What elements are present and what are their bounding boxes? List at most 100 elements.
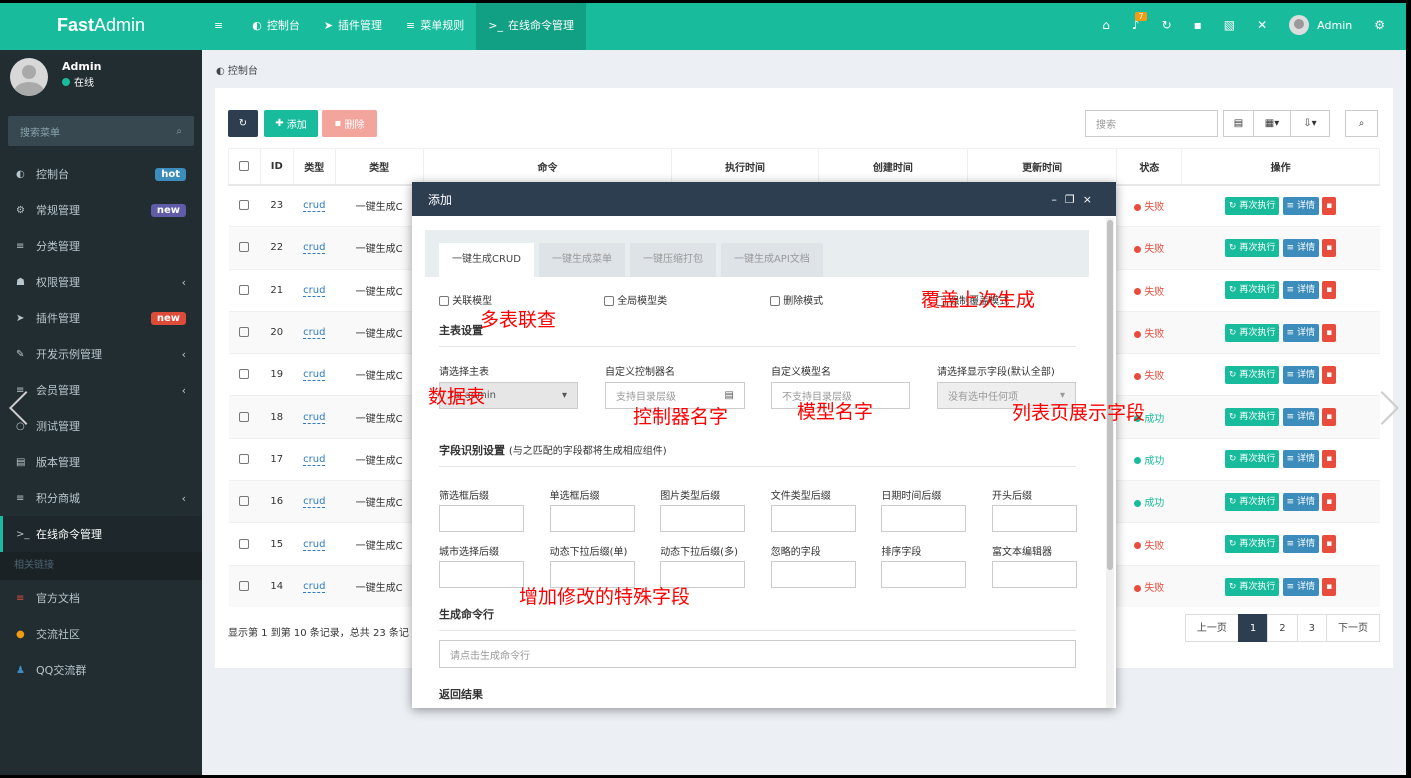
delete-row-button[interactable]: ▪ [1322,450,1337,469]
type-link[interactable]: crud [303,453,326,466]
type-link[interactable]: crud [303,538,326,551]
delete-row-button[interactable]: ▪ [1322,577,1337,596]
rerun-button[interactable]: ↻ 再次执行 [1224,323,1280,342]
delete-row-button[interactable]: ▪ [1322,323,1337,342]
sidebar-item-10[interactable]: >_ 在线命令管理 [0,516,202,552]
suffix-input[interactable] [881,561,967,588]
search-icon[interactable]: ⌕ [176,126,182,137]
check-global-model[interactable]: 全局模型类 [604,292,667,307]
user-menu[interactable]: Admin [1278,0,1363,50]
sidebar-item-9[interactable]: ≡ 积分商城 ‹ [0,480,202,516]
suffix-input[interactable] [992,505,1077,532]
fullscreen-icon[interactable]: ✕ [1246,0,1278,50]
advanced-search-icon[interactable]: ⌕ [1345,110,1378,137]
suffix-input[interactable] [439,561,524,588]
detail-button[interactable]: ≡ 详情 [1282,196,1319,215]
top-tab-3[interactable]: ≡ 菜单规则 [394,0,476,50]
rerun-button[interactable]: ↻ 再次执行 [1224,535,1280,554]
page-button[interactable]: 3 [1296,614,1327,642]
delete-button[interactable]: ▪ 删除 [322,110,377,137]
maximize-icon[interactable]: ❐ [1065,193,1083,206]
sidebar-item-0[interactable]: ◐ 控制台 hot [0,156,202,192]
detail-button[interactable]: ≡ 详情 [1282,450,1319,469]
suffix-input[interactable] [881,505,967,532]
sidebar-item-2[interactable]: ≡ 分类管理 [0,228,202,264]
rerun-button[interactable]: ↻ 再次执行 [1224,281,1280,300]
rerun-button[interactable]: ↻ 再次执行 [1224,408,1280,427]
bell-icon[interactable]: ♪ 7 [1121,0,1151,50]
detail-button[interactable]: ≡ 详情 [1282,365,1319,384]
delete-row-button[interactable]: ▪ [1322,196,1337,215]
home-icon[interactable]: ⌂ [1091,0,1121,50]
detail-button[interactable]: ≡ 详情 [1282,323,1319,342]
rerun-button[interactable]: ↻ 再次执行 [1224,196,1280,215]
top-tab-0[interactable]: ≡ [202,0,240,50]
select-all[interactable] [228,148,261,186]
rerun-button[interactable]: ↻ 再次执行 [1224,577,1280,596]
settings-gear-icon[interactable]: ⚙ [1363,0,1396,50]
sidebar-item-1[interactable]: ⚙ 常规管理 new [0,192,202,228]
row-checkbox[interactable] [239,411,250,422]
cmd-textarea[interactable]: 请点击生成命令行 [439,640,1076,668]
type-link[interactable]: crud [303,411,326,424]
columns-icon[interactable]: ▦▾ [1253,110,1291,137]
row-checkbox[interactable] [239,327,250,338]
page-button[interactable]: 2 [1267,614,1298,642]
dialog-tab-1[interactable]: 一键生成菜单 [538,243,625,277]
prev-page-button[interactable]: 上一页 [1184,614,1239,642]
dialog-tab-3[interactable]: 一键生成API文档 [720,243,823,277]
delete-row-button[interactable]: ▪ [1322,238,1337,257]
row-select[interactable] [228,183,261,227]
trash-icon[interactable]: ▪ [1183,0,1213,50]
page-button[interactable]: 1 [1237,614,1269,642]
refresh-button[interactable]: ↻ [228,110,258,137]
sidebar-item-8[interactable]: ▤ 版本管理 [0,444,202,480]
row-select[interactable] [228,226,261,270]
type-link[interactable]: crud [303,369,326,382]
sidebar-link-0[interactable]: ≡ 官方文档 [0,580,202,616]
top-tab-4[interactable]: >_ 在线命令管理 [476,0,586,50]
type-link[interactable]: crud [303,242,326,255]
rerun-button[interactable]: ↻ 再次执行 [1224,450,1280,469]
top-tab-1[interactable]: ◐ 控制台 [240,0,312,50]
sidebar-item-3[interactable]: ☗ 权限管理 ‹ [0,264,202,300]
breadcrumb[interactable]: ◐ 控制台 [216,62,258,77]
detail-button[interactable]: ≡ 详情 [1282,408,1319,427]
next-page-button[interactable]: 下一页 [1326,614,1380,642]
suffix-input[interactable] [660,505,746,532]
type-link[interactable]: crud [303,284,326,297]
translate-icon[interactable]: ▧ [1213,0,1246,50]
detail-button[interactable]: ≡ 详情 [1282,577,1319,596]
row-checkbox[interactable] [239,200,250,211]
detail-button[interactable]: ≡ 详情 [1282,535,1319,554]
rerun-button[interactable]: ↻ 再次执行 [1224,238,1280,257]
sidebar-search[interactable]: 搜索菜单 ⌕ [8,116,194,146]
row-select[interactable] [228,353,261,396]
row-select[interactable] [228,268,261,312]
close-icon[interactable]: × [1083,193,1100,206]
rerun-button[interactable]: ↻ 再次执行 [1224,365,1280,384]
suffix-input[interactable] [770,505,856,532]
sidebar-link-2[interactable]: ♟ QQ交流群 [0,652,202,688]
dialog-tab-2[interactable]: 一键压缩打包 [629,243,716,277]
sidebar-item-5[interactable]: ✎ 开发示例管理 ‹ [0,336,202,372]
delete-row-button[interactable]: ▪ [1322,408,1337,427]
type-link[interactable]: crud [303,496,326,509]
check-delete-mode[interactable]: 删除模式 [770,292,823,307]
search-input[interactable]: 搜索 [1085,110,1218,137]
logo[interactable]: Fast Admin [0,0,202,50]
row-checkbox[interactable] [239,453,250,464]
row-checkbox[interactable] [239,538,250,549]
row-checkbox[interactable] [239,284,250,295]
refresh-icon[interactable]: ↻ [1151,0,1183,50]
type-link[interactable]: crud [303,327,326,340]
detail-button[interactable]: ≡ 详情 [1282,492,1319,511]
detail-button[interactable]: ≡ 详情 [1282,238,1319,257]
row-select[interactable] [228,564,261,608]
delete-row-button[interactable]: ▪ [1322,281,1337,300]
row-checkbox[interactable] [239,496,250,507]
export-icon[interactable]: ⇩▾ [1290,110,1330,137]
dialog-scrollbar[interactable] [1106,218,1114,708]
delete-row-button[interactable]: ▪ [1322,492,1337,511]
delete-row-button[interactable]: ▪ [1322,535,1337,554]
